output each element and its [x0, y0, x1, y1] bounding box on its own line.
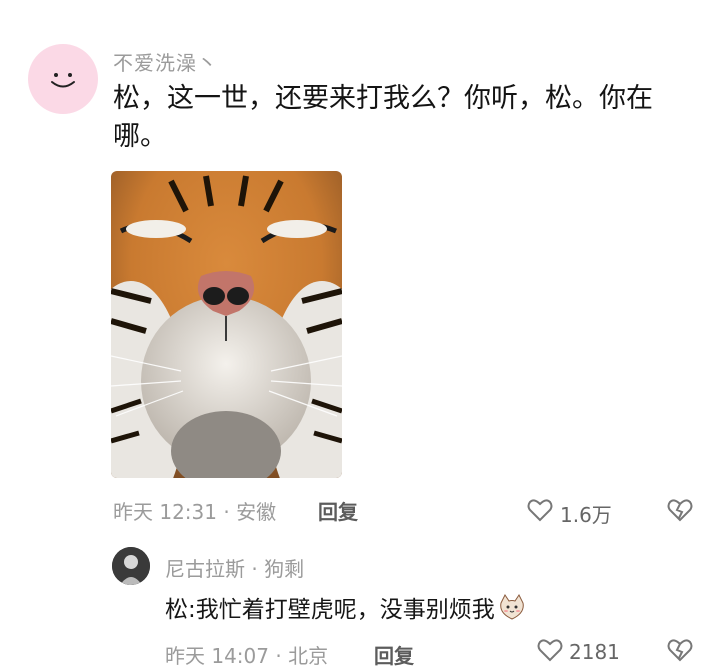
- comment-image[interactable]: [111, 171, 342, 478]
- reply-text-body: 松:我忙着打壁虎呢，没事别烦我: [165, 597, 495, 623]
- reply-reply-button[interactable]: 回复: [374, 640, 414, 669]
- reply-username[interactable]: 尼古拉斯 · 狗剩: [165, 553, 304, 582]
- cat-face-icon: [497, 593, 527, 623]
- heart-icon[interactable]: [527, 498, 553, 526]
- tiger-face-image: [111, 171, 342, 478]
- broken-heart-icon[interactable]: [667, 498, 693, 526]
- reply-avatar[interactable]: [112, 547, 150, 585]
- reply-like-count: 2181: [569, 640, 620, 664]
- reply-button[interactable]: 回复: [318, 496, 358, 525]
- reply-timestamp: 昨天 14:07 · 北京: [165, 644, 329, 668]
- smiley-face-icon: [51, 73, 75, 88]
- reply-text: 松:我忙着打壁虎呢，没事别烦我: [165, 590, 527, 624]
- comment-timestamp: 昨天 12:31 · 安徽: [113, 500, 277, 524]
- like-count: 1.6万: [560, 503, 612, 527]
- comment-text: 松，这一世，还要来打我么？你听，松。你在哪。: [113, 83, 653, 152]
- avatar[interactable]: [28, 44, 98, 114]
- comment-username[interactable]: 不爱洗澡丶: [113, 47, 218, 76]
